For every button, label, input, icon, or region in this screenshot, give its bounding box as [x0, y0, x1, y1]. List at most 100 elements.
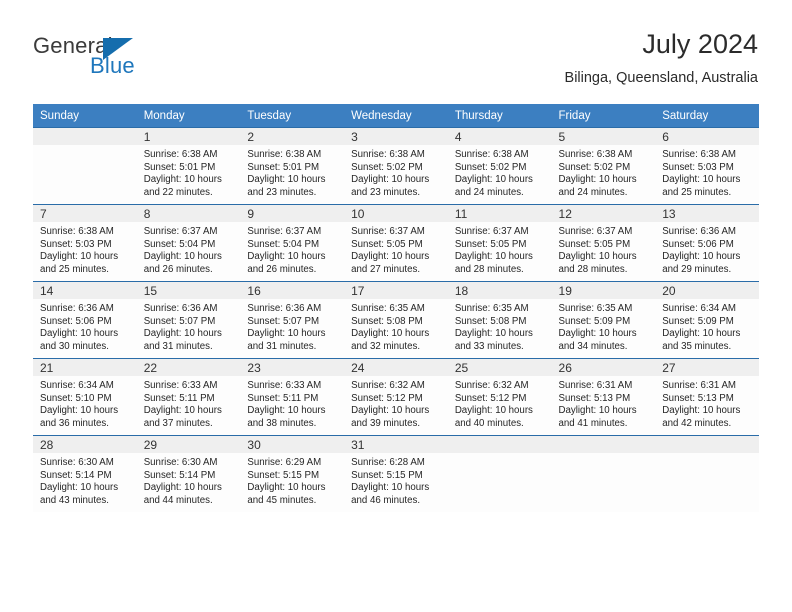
- daylight-text-line1: Daylight: 10 hours: [247, 405, 326, 417]
- sunrise-text: Sunrise: 6:38 AM: [351, 149, 425, 160]
- calendar-day-cell[interactable]: 7 Sunrise: 6:38 AM Sunset: 5:03 PM Dayli…: [33, 204, 137, 282]
- day-number: 21: [33, 359, 137, 376]
- calendar-day-cell[interactable]: 17 Sunrise: 6:35 AM Sunset: 5:08 PM Dayl…: [344, 281, 448, 359]
- daylight-text-line2: and 46 minutes.: [351, 494, 421, 506]
- day-details: Sunrise: 6:32 AM Sunset: 5:12 PM Dayligh…: [448, 376, 552, 430]
- calendar-grid: Sunday Monday Tuesday Wednesday Thursday…: [33, 104, 759, 512]
- calendar-day-cell[interactable]: 30 Sunrise: 6:29 AM Sunset: 5:15 PM Dayl…: [240, 435, 345, 512]
- day-number: 27: [655, 359, 759, 376]
- calendar-day-cell[interactable]: 1 Sunrise: 6:38 AM Sunset: 5:01 PM Dayli…: [136, 127, 241, 205]
- day-details: Sunrise: 6:28 AM Sunset: 5:15 PM Dayligh…: [344, 453, 448, 507]
- sunrise-text: Sunrise: 6:32 AM: [454, 380, 529, 391]
- day-number: 31: [344, 436, 448, 453]
- calendar-week-row: 28 Sunrise: 6:30 AM Sunset: 5:14 PM Dayl…: [33, 435, 759, 512]
- sunset-text: Sunset: 5:03 PM: [40, 238, 112, 250]
- calendar-day-cell[interactable]: [447, 435, 552, 512]
- calendar-day-cell[interactable]: 18 Sunrise: 6:35 AM Sunset: 5:08 PM Dayl…: [447, 281, 552, 359]
- day-number: 17: [344, 282, 448, 299]
- sunset-text: Sunset: 5:05 PM: [454, 238, 527, 250]
- sunset-text: Sunset: 5:13 PM: [558, 392, 631, 404]
- calendar-day-cell[interactable]: 11 Sunrise: 6:37 AM Sunset: 5:05 PM Dayl…: [447, 204, 552, 282]
- day-details: Sunrise: 6:35 AM Sunset: 5:08 PM Dayligh…: [344, 299, 448, 353]
- calendar-day-cell[interactable]: 19 Sunrise: 6:35 AM Sunset: 5:09 PM Dayl…: [551, 281, 656, 359]
- calendar-day-cell[interactable]: 25 Sunrise: 6:32 AM Sunset: 5:12 PM Dayl…: [447, 358, 552, 436]
- day-number: 20: [655, 282, 759, 299]
- calendar-day-cell[interactable]: 20 Sunrise: 6:34 AM Sunset: 5:09 PM Dayl…: [655, 281, 759, 359]
- day-details: Sunrise: 6:30 AM Sunset: 5:14 PM Dayligh…: [33, 453, 137, 507]
- day-number: 16: [240, 282, 345, 299]
- daylight-text-line1: Daylight: 10 hours: [40, 251, 119, 263]
- calendar-day-cell[interactable]: 27 Sunrise: 6:31 AM Sunset: 5:13 PM Dayl…: [655, 358, 759, 436]
- calendar-day-cell[interactable]: 9 Sunrise: 6:37 AM Sunset: 5:04 PM Dayli…: [240, 204, 345, 282]
- calendar-day-cell[interactable]: 28 Sunrise: 6:30 AM Sunset: 5:14 PM Dayl…: [33, 435, 137, 512]
- calendar-day-cell[interactable]: 6 Sunrise: 6:38 AM Sunset: 5:03 PM Dayli…: [655, 127, 759, 205]
- calendar-day-cell[interactable]: 5 Sunrise: 6:38 AM Sunset: 5:02 PM Dayli…: [551, 127, 656, 205]
- calendar-page: General Blue July 2024 Bilinga, Queensla…: [0, 0, 792, 612]
- brand-logo[interactable]: General Blue: [33, 33, 213, 79]
- day-number: 18: [447, 282, 552, 299]
- day-number: [551, 436, 656, 453]
- calendar-day-cell[interactable]: 8 Sunrise: 6:37 AM Sunset: 5:04 PM Dayli…: [136, 204, 241, 282]
- daylight-text-line2: and 22 minutes.: [143, 186, 213, 198]
- calendar-day-cell[interactable]: 31 Sunrise: 6:28 AM Sunset: 5:15 PM Dayl…: [344, 435, 448, 512]
- day-details: Sunrise: 6:34 AM Sunset: 5:10 PM Dayligh…: [33, 376, 137, 430]
- sunrise-text: Sunrise: 6:37 AM: [143, 226, 218, 237]
- day-details: Sunrise: 6:37 AM Sunset: 5:04 PM Dayligh…: [240, 222, 344, 276]
- sunrise-text: Sunrise: 6:37 AM: [351, 226, 425, 237]
- calendar-day-cell[interactable]: 29 Sunrise: 6:30 AM Sunset: 5:14 PM Dayl…: [136, 435, 241, 512]
- sunrise-text: Sunrise: 6:38 AM: [662, 149, 736, 160]
- calendar-day-cell[interactable]: 24 Sunrise: 6:32 AM Sunset: 5:12 PM Dayl…: [344, 358, 448, 436]
- sunrise-text: Sunrise: 6:33 AM: [247, 380, 322, 391]
- day-number: 5: [551, 128, 656, 145]
- calendar-day-cell[interactable]: 13 Sunrise: 6:36 AM Sunset: 5:06 PM Dayl…: [655, 204, 759, 282]
- calendar-day-cell[interactable]: [33, 127, 137, 205]
- daylight-text-line1: Daylight: 10 hours: [247, 251, 326, 263]
- calendar-day-cell[interactable]: 23 Sunrise: 6:33 AM Sunset: 5:11 PM Dayl…: [240, 358, 345, 436]
- day-number: 30: [240, 436, 345, 453]
- day-details: Sunrise: 6:38 AM Sunset: 5:01 PM Dayligh…: [137, 145, 241, 199]
- calendar-day-cell[interactable]: [551, 435, 656, 512]
- day-number: 12: [551, 205, 656, 222]
- calendar-day-cell[interactable]: 21 Sunrise: 6:34 AM Sunset: 5:10 PM Dayl…: [33, 358, 137, 436]
- day-number: 9: [240, 205, 345, 222]
- calendar-week-row: 7 Sunrise: 6:38 AM Sunset: 5:03 PM Dayli…: [33, 204, 759, 282]
- daylight-text-line1: Daylight: 10 hours: [351, 251, 430, 263]
- sunrise-text: Sunrise: 6:36 AM: [247, 303, 322, 314]
- calendar-day-cell[interactable]: 10 Sunrise: 6:37 AM Sunset: 5:05 PM Dayl…: [344, 204, 448, 282]
- daylight-text-line2: and 30 minutes.: [40, 340, 109, 352]
- daylight-text-line1: Daylight: 10 hours: [662, 328, 741, 340]
- daylight-text-line2: and 29 minutes.: [662, 263, 732, 275]
- calendar-day-cell[interactable]: 26 Sunrise: 6:31 AM Sunset: 5:13 PM Dayl…: [551, 358, 656, 436]
- sunset-text: Sunset: 5:14 PM: [143, 469, 216, 481]
- day-number: 24: [344, 359, 448, 376]
- sunrise-text: Sunrise: 6:34 AM: [662, 303, 736, 314]
- daylight-text-line1: Daylight: 10 hours: [351, 405, 430, 417]
- day-details: Sunrise: 6:37 AM Sunset: 5:04 PM Dayligh…: [137, 222, 241, 276]
- daylight-text-line2: and 31 minutes.: [247, 340, 317, 352]
- page-header: General Blue July 2024 Bilinga, Queensla…: [0, 0, 792, 100]
- sunset-text: Sunset: 5:12 PM: [351, 392, 423, 404]
- sunset-text: Sunset: 5:01 PM: [143, 161, 216, 173]
- calendar-day-cell[interactable]: 16 Sunrise: 6:36 AM Sunset: 5:07 PM Dayl…: [240, 281, 345, 359]
- calendar-day-cell[interactable]: 4 Sunrise: 6:38 AM Sunset: 5:02 PM Dayli…: [447, 127, 552, 205]
- day-details: Sunrise: 6:36 AM Sunset: 5:06 PM Dayligh…: [33, 299, 137, 353]
- daylight-text-line1: Daylight: 10 hours: [558, 251, 637, 263]
- calendar-day-cell[interactable]: 15 Sunrise: 6:36 AM Sunset: 5:07 PM Dayl…: [136, 281, 241, 359]
- sunrise-text: Sunrise: 6:38 AM: [40, 226, 114, 237]
- day-details: Sunrise: 6:38 AM Sunset: 5:01 PM Dayligh…: [240, 145, 344, 199]
- day-number: [33, 128, 137, 145]
- calendar-day-cell[interactable]: [655, 435, 759, 512]
- day-number: 14: [33, 282, 137, 299]
- day-details: Sunrise: 6:33 AM Sunset: 5:11 PM Dayligh…: [240, 376, 344, 430]
- sunset-text: Sunset: 5:15 PM: [247, 469, 320, 481]
- day-number: 22: [136, 359, 241, 376]
- calendar-day-cell[interactable]: 22 Sunrise: 6:33 AM Sunset: 5:11 PM Dayl…: [136, 358, 241, 436]
- daylight-text-line1: Daylight: 10 hours: [143, 405, 222, 417]
- calendar-day-cell[interactable]: 12 Sunrise: 6:37 AM Sunset: 5:05 PM Dayl…: [551, 204, 656, 282]
- daylight-text-line1: Daylight: 10 hours: [247, 328, 326, 340]
- calendar-day-cell[interactable]: 2 Sunrise: 6:38 AM Sunset: 5:01 PM Dayli…: [240, 127, 345, 205]
- calendar-day-cell[interactable]: 3 Sunrise: 6:38 AM Sunset: 5:02 PM Dayli…: [344, 127, 448, 205]
- day-number: 2: [240, 128, 345, 145]
- calendar-day-cell[interactable]: 14 Sunrise: 6:36 AM Sunset: 5:06 PM Dayl…: [33, 281, 137, 359]
- day-number: 28: [33, 436, 137, 453]
